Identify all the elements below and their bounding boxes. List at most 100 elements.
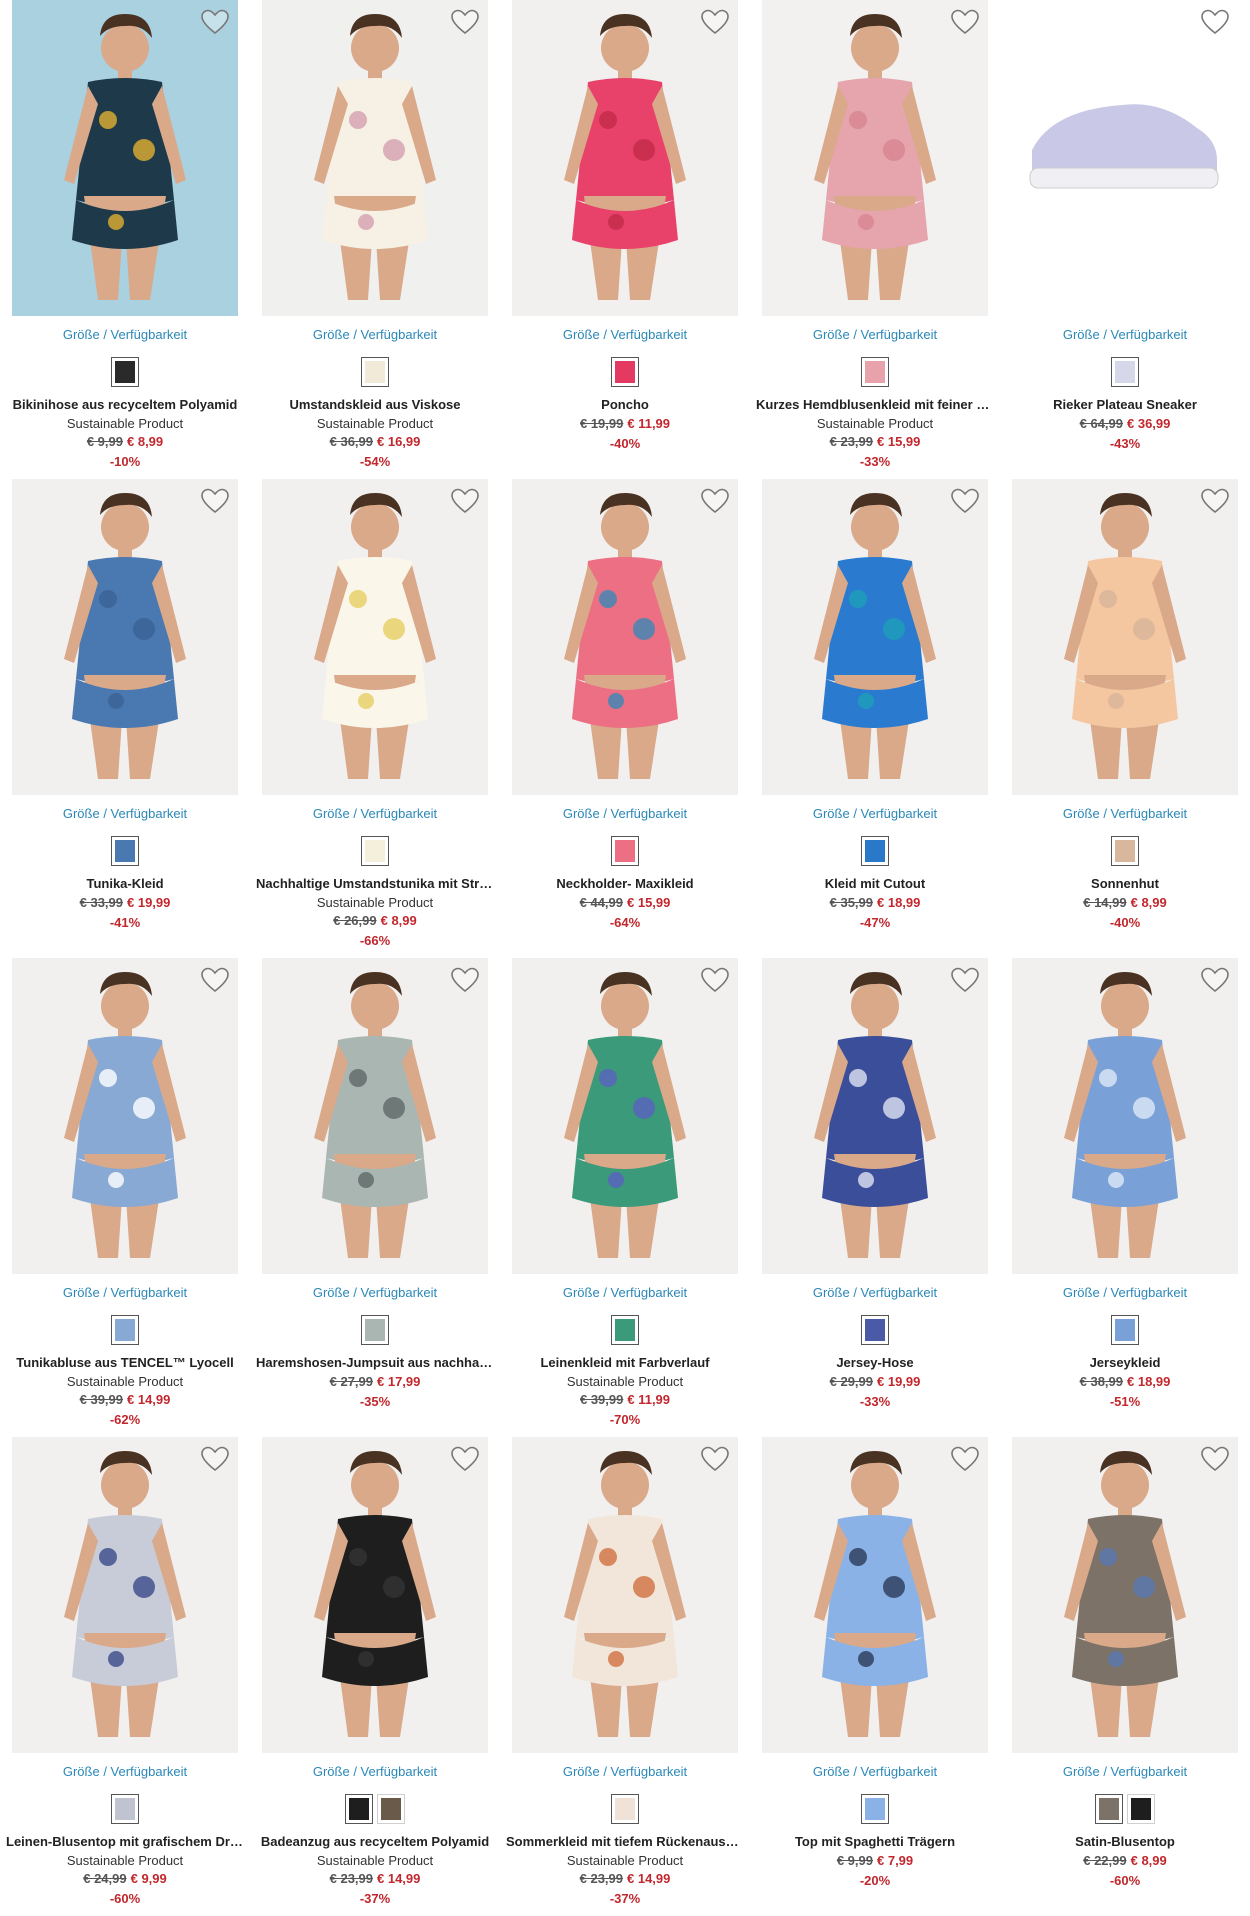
product-image[interactable] (262, 1437, 488, 1753)
wishlist-heart-icon[interactable] (200, 8, 230, 36)
product-name[interactable]: Jerseykleid (1006, 1355, 1244, 1370)
wishlist-heart-icon[interactable] (450, 8, 480, 36)
product-image[interactable] (512, 479, 738, 795)
color-swatch[interactable] (345, 1794, 373, 1824)
product-name[interactable]: Leinenkleid mit Farbverlauf (506, 1355, 744, 1370)
size-availability-link[interactable]: Größe / Verfügbarkeit (0, 806, 250, 821)
wishlist-heart-icon[interactable] (1200, 487, 1230, 515)
product-card[interactable]: Größe / Verfügbarkeit Kleid mit Cutout € 3… (750, 479, 1000, 958)
product-name[interactable]: Poncho (506, 397, 744, 412)
color-swatch[interactable] (861, 1315, 889, 1345)
color-swatch[interactable] (361, 1315, 389, 1345)
size-availability-link[interactable]: Größe / Verfügbarkeit (0, 1764, 250, 1779)
color-swatch[interactable] (361, 357, 389, 387)
product-name[interactable]: Neckholder- Maxikleid (506, 876, 744, 891)
product-card[interactable]: Größe / Verfügbarkeit Jerseykleid € 38,99 €… (1000, 958, 1250, 1437)
size-availability-link[interactable]: Größe / Verfügbarkeit (1000, 327, 1250, 342)
product-name[interactable]: Bikinihose aus recyceltem Polyamid (6, 397, 244, 412)
color-swatch[interactable] (1127, 1794, 1155, 1824)
product-image[interactable] (12, 479, 238, 795)
product-card[interactable]: Größe / Verfügbarkeit Kurzes Hemdblusenkl… (750, 0, 1000, 479)
size-availability-link[interactable]: Größe / Verfügbarkeit (0, 327, 250, 342)
product-card[interactable]: Größe / Verfügbarkeit Tunikabluse aus TEN… (0, 958, 250, 1437)
size-availability-link[interactable]: Größe / Verfügbarkeit (250, 1764, 500, 1779)
color-swatch[interactable] (111, 836, 139, 866)
product-image[interactable] (1012, 1437, 1238, 1753)
product-name[interactable]: Haremshosen-Jumpsuit aus nachhaltiger Vi… (256, 1355, 494, 1370)
product-name[interactable]: Tunika-Kleid (6, 876, 244, 891)
size-availability-link[interactable]: Größe / Verfügbarkeit (500, 806, 750, 821)
product-name[interactable]: Leinen-Blusentop mit grafischem Druck (6, 1834, 244, 1849)
product-name[interactable]: Kurzes Hemdblusenkleid mit feiner Strukt… (756, 397, 994, 412)
color-swatch[interactable] (111, 357, 139, 387)
color-swatch[interactable] (611, 1794, 639, 1824)
product-card[interactable]: Größe / Verfügbarkeit Leinen-Blusentop mi… (0, 1437, 250, 1916)
size-availability-link[interactable]: Größe / Verfügbarkeit (750, 327, 1000, 342)
wishlist-heart-icon[interactable] (200, 487, 230, 515)
product-card[interactable]: Größe / Verfügbarkeit Poncho € 19,99 € 11,9… (500, 0, 750, 479)
product-card[interactable]: Größe / Verfügbarkeit Badeanzug aus recyc… (250, 1437, 500, 1916)
size-availability-link[interactable]: Größe / Verfügbarkeit (500, 1285, 750, 1300)
size-availability-link[interactable]: Größe / Verfügbarkeit (750, 1764, 1000, 1779)
product-image[interactable] (762, 479, 988, 795)
wishlist-heart-icon[interactable] (1200, 1445, 1230, 1473)
size-availability-link[interactable]: Größe / Verfügbarkeit (750, 1285, 1000, 1300)
product-name[interactable]: Sommerkleid mit tiefem Rückenausschnitt (506, 1834, 744, 1849)
product-name[interactable]: Umstandskleid aus Viskose (256, 397, 494, 412)
product-image[interactable] (512, 958, 738, 1274)
size-availability-link[interactable]: Größe / Verfügbarkeit (1000, 1285, 1250, 1300)
color-swatch[interactable] (861, 836, 889, 866)
color-swatch[interactable] (361, 836, 389, 866)
wishlist-heart-icon[interactable] (450, 487, 480, 515)
product-image[interactable] (12, 1437, 238, 1753)
wishlist-heart-icon[interactable] (950, 487, 980, 515)
product-name[interactable]: Sonnenhut (1006, 876, 1244, 891)
product-image[interactable] (262, 958, 488, 1274)
color-swatch[interactable] (611, 1315, 639, 1345)
product-card[interactable]: Größe / Verfügbarkeit Jersey-Hose € 29,99 €… (750, 958, 1000, 1437)
size-availability-link[interactable]: Größe / Verfügbarkeit (250, 327, 500, 342)
product-image[interactable] (512, 0, 738, 316)
product-image[interactable] (512, 1437, 738, 1753)
product-name[interactable]: Kleid mit Cutout (756, 876, 994, 891)
product-card[interactable]: Größe / Verfügbarkeit Bikinihose aus recy… (0, 0, 250, 479)
size-availability-link[interactable]: Größe / Verfügbarkeit (0, 1285, 250, 1300)
color-swatch[interactable] (377, 1794, 405, 1824)
wishlist-heart-icon[interactable] (700, 8, 730, 36)
wishlist-heart-icon[interactable] (1200, 966, 1230, 994)
wishlist-heart-icon[interactable] (200, 1445, 230, 1473)
product-card[interactable]: Größe / Verfügbarkeit Sommerkleid mit tie… (500, 1437, 750, 1916)
color-swatch[interactable] (861, 357, 889, 387)
size-availability-link[interactable]: Größe / Verfügbarkeit (500, 327, 750, 342)
product-image[interactable] (1012, 958, 1238, 1274)
product-image[interactable] (12, 958, 238, 1274)
product-image[interactable] (762, 1437, 988, 1753)
wishlist-heart-icon[interactable] (950, 1445, 980, 1473)
size-availability-link[interactable]: Größe / Verfügbarkeit (250, 1285, 500, 1300)
product-image[interactable] (262, 0, 488, 316)
product-name[interactable]: Tunikabluse aus TENCEL™ Lyocell (6, 1355, 244, 1370)
product-card[interactable]: Größe / Verfügbarkeit Rieker Plateau Snea… (1000, 0, 1250, 479)
size-availability-link[interactable]: Größe / Verfügbarkeit (1000, 1764, 1250, 1779)
wishlist-heart-icon[interactable] (450, 966, 480, 994)
product-name[interactable]: Jersey-Hose (756, 1355, 994, 1370)
product-card[interactable]: Größe / Verfügbarkeit Haremshosen-Jumpsui… (250, 958, 500, 1437)
product-name[interactable]: Top mit Spaghetti Trägern (756, 1834, 994, 1849)
color-swatch[interactable] (611, 836, 639, 866)
wishlist-heart-icon[interactable] (1200, 8, 1230, 36)
product-name[interactable]: Rieker Plateau Sneaker (1006, 397, 1244, 412)
wishlist-heart-icon[interactable] (700, 487, 730, 515)
wishlist-heart-icon[interactable] (700, 1445, 730, 1473)
product-name[interactable]: Nachhaltige Umstandstunika mit Stretch (256, 876, 494, 891)
color-swatch[interactable] (1111, 357, 1139, 387)
product-name[interactable]: Satin-Blusentop (1006, 1834, 1244, 1849)
product-card[interactable]: Größe / Verfügbarkeit Top mit Spaghetti T… (750, 1437, 1000, 1916)
product-card[interactable]: Größe / Verfügbarkeit Umstandskleid aus V… (250, 0, 500, 479)
product-name[interactable]: Badeanzug aus recyceltem Polyamid (256, 1834, 494, 1849)
product-card[interactable]: Größe / Verfügbarkeit Sonnenhut € 14,99 € 8… (1000, 479, 1250, 958)
color-swatch[interactable] (861, 1794, 889, 1824)
wishlist-heart-icon[interactable] (700, 966, 730, 994)
product-card[interactable]: Größe / Verfügbarkeit Tunika-Kleid € 33,99… (0, 479, 250, 958)
wishlist-heart-icon[interactable] (200, 966, 230, 994)
size-availability-link[interactable]: Größe / Verfügbarkeit (1000, 806, 1250, 821)
